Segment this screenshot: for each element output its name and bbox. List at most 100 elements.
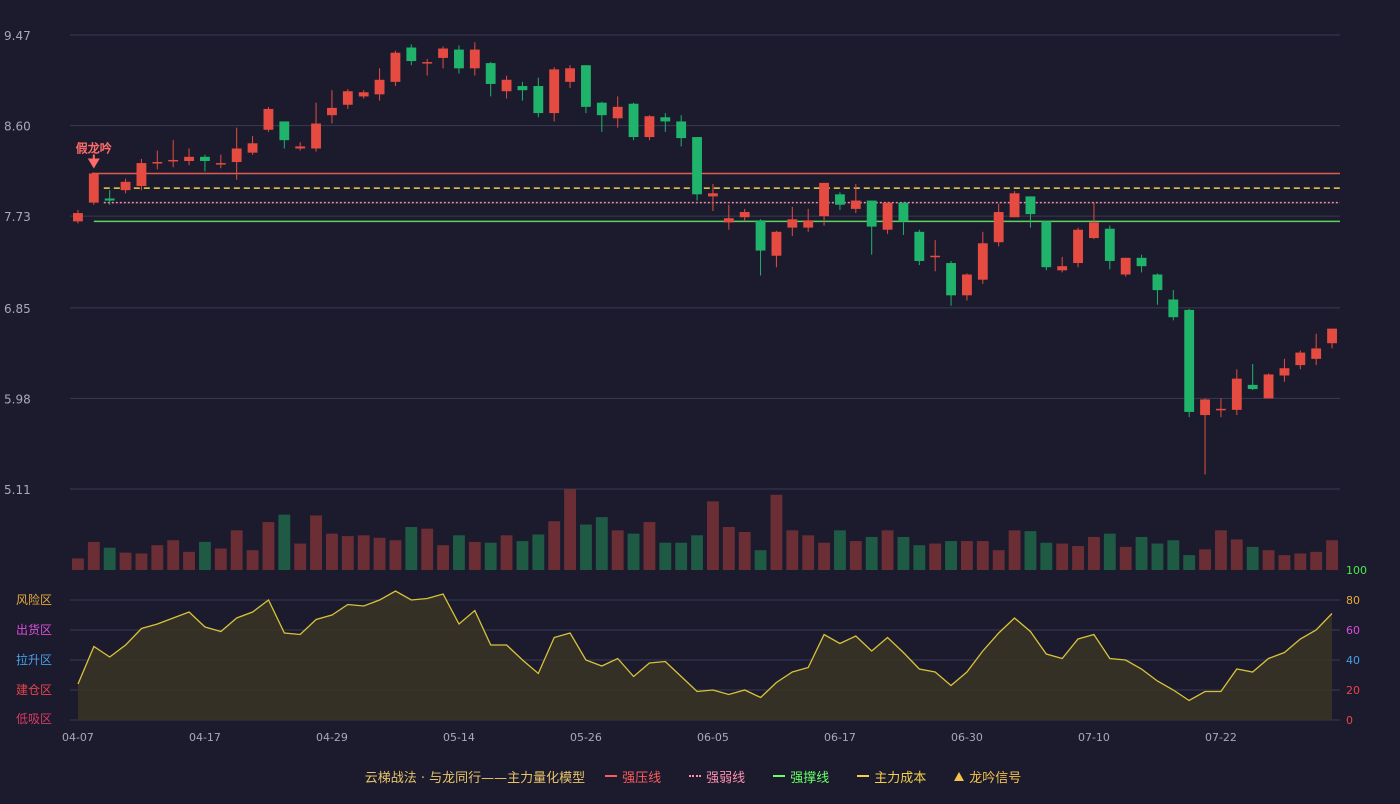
x-tick-label: 07-22 — [1205, 731, 1237, 744]
chart-svg: 5.11 5.98 6.85 7.73 8.60 9.47 假龙吟 0 20 40 60 80 100 风… — [4, 29, 1367, 744]
candle-body — [676, 121, 687, 139]
volume-bar — [246, 550, 259, 570]
x-tick-label: 05-26 — [570, 731, 602, 744]
chart-canvas: 5.11 5.98 6.85 7.73 8.60 9.47 假龙吟 0 20 40 60 80 100 风… — [0, 0, 1400, 800]
x-tick-label: 04-17 — [189, 731, 221, 744]
candle-body — [1279, 368, 1290, 376]
volume-bar — [373, 537, 386, 570]
volume-bar — [770, 494, 783, 570]
candle-body — [231, 148, 242, 163]
volume-bar — [183, 551, 195, 570]
legend-item-signal[interactable]: 龙吟信号 — [954, 767, 1021, 786]
candlestick-layer — [73, 42, 1337, 475]
volume-bar — [627, 533, 640, 570]
volume-bar — [1151, 543, 1164, 570]
legend-item-weak[interactable]: 强弱线 — [689, 767, 745, 786]
candle-body — [469, 49, 480, 69]
volume-bar — [421, 528, 434, 570]
candle-body — [1057, 266, 1068, 271]
x-tick-label: 06-17 — [824, 731, 856, 744]
volume-bar — [1119, 546, 1132, 570]
candle-body — [835, 194, 845, 205]
volume-bar — [1008, 530, 1021, 570]
volume-bar — [1040, 542, 1053, 570]
candle-body — [215, 163, 226, 165]
volume-bar — [913, 545, 926, 570]
candle-body — [962, 274, 972, 296]
candle-body — [1295, 352, 1306, 366]
volume-bar — [881, 530, 894, 570]
volume-bar — [167, 540, 180, 570]
osc-tick-label: 60 — [1346, 624, 1360, 637]
candle-body — [866, 200, 877, 227]
volume-bar — [516, 541, 529, 570]
osc-zone-label: 出货区 — [16, 622, 52, 637]
volume-bar — [738, 531, 751, 570]
volume-bar — [1088, 536, 1100, 570]
legend-label-weak: 强弱线 — [706, 770, 746, 786]
legend-title: 云梯战法 · 与龙同行——主力量化模型 — [364, 770, 586, 786]
candle-body — [692, 137, 702, 195]
candle-body — [549, 69, 560, 114]
candle-body — [1247, 384, 1258, 390]
volume-bar — [119, 552, 132, 570]
candle-body — [1025, 196, 1036, 215]
candle-body — [755, 220, 766, 251]
volume-bar — [1262, 550, 1275, 570]
candle-body — [327, 107, 337, 116]
chart-legend: 云梯战法 · 与龙同行——主力量化模型 强压线 强弱线 强撑线 主力成本 龙吟信… — [0, 766, 1400, 786]
volume-bar — [214, 548, 227, 570]
candle-body — [644, 116, 655, 138]
volume-bar — [691, 535, 703, 570]
volume-bar — [929, 543, 942, 570]
volume-bar — [532, 534, 545, 570]
volume-bar — [976, 541, 989, 570]
candle-body — [628, 103, 639, 138]
volume-bar — [1167, 540, 1180, 570]
volume-bar — [310, 515, 322, 570]
candle-body — [422, 62, 433, 64]
volume-bar — [659, 542, 672, 570]
volume-bar — [1103, 533, 1116, 570]
candle-body — [1120, 257, 1131, 275]
volume-bar — [849, 541, 862, 570]
legend-item-cost[interactable]: 主力成本 — [857, 767, 926, 786]
volume-bar — [1199, 549, 1211, 570]
price-tick-label: 5.98 — [4, 392, 31, 406]
x-tick-label: 04-07 — [62, 731, 94, 744]
volume-bar — [1294, 553, 1307, 570]
volume-bar — [945, 541, 957, 570]
volume-bar — [500, 535, 513, 570]
osc-area — [78, 591, 1332, 720]
candle-body — [660, 117, 671, 122]
volume-bar — [818, 542, 830, 570]
volume-bar — [1056, 543, 1069, 570]
x-tick-label: 06-05 — [697, 731, 729, 744]
candle-body — [1152, 274, 1163, 291]
candle-body — [247, 143, 258, 153]
price-tick-label: 8.60 — [4, 120, 31, 134]
volume-bar — [1072, 546, 1084, 570]
x-tick-label: 04-29 — [316, 731, 348, 744]
osc-zone-label: 风险区 — [16, 592, 52, 607]
triangle-icon — [954, 771, 965, 781]
volume-bar — [1278, 555, 1291, 570]
signal-label: 假龙吟 — [76, 140, 112, 155]
volume-bar — [786, 530, 799, 570]
osc-tick-label: 100 — [1346, 564, 1367, 577]
x-tick-label: 07-10 — [1078, 731, 1110, 744]
volume-bar — [611, 530, 624, 570]
candle-body — [1041, 221, 1052, 268]
osc-tick-label: 20 — [1346, 684, 1360, 697]
candle-body — [977, 243, 988, 280]
legend-item-resist[interactable]: 强压线 — [605, 767, 661, 786]
candle-body — [581, 65, 591, 107]
volume-bar — [580, 524, 592, 570]
candle-body — [279, 121, 290, 141]
legend-item-support[interactable]: 强撑线 — [773, 767, 829, 786]
volume-bar — [389, 540, 402, 570]
volume-bar — [72, 558, 84, 570]
candle-body — [850, 200, 861, 209]
volume-bar — [897, 536, 910, 570]
volume-bar — [564, 489, 576, 570]
